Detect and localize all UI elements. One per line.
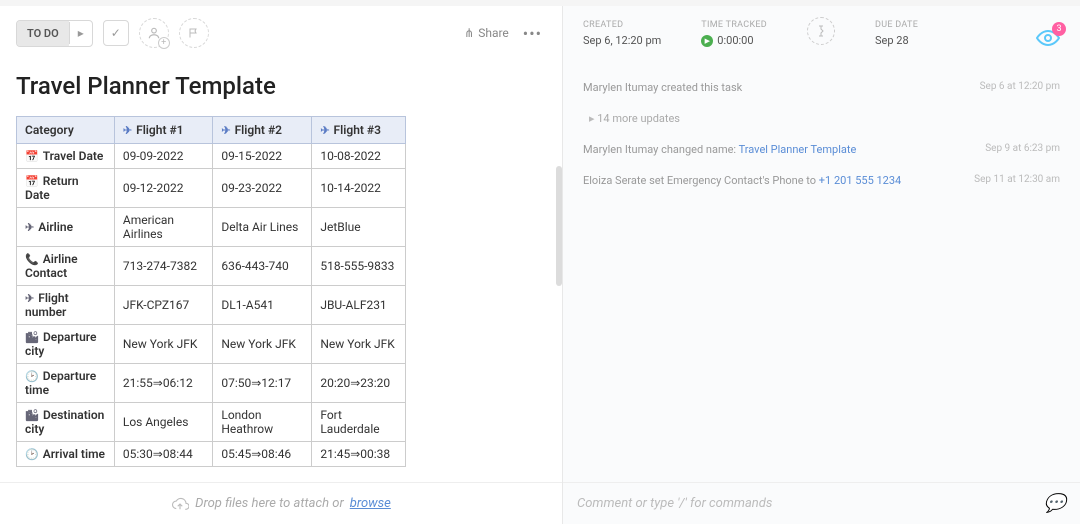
attachment-dropzone[interactable]: Drop files here to attach or browse — [0, 482, 562, 524]
more-updates-toggle[interactable]: 14 more updates — [589, 112, 1060, 125]
page-title[interactable]: Travel Planner Template — [0, 60, 562, 116]
table-row: 🕑Departure time21:55⇒06:1207:50⇒12:1720:… — [17, 364, 406, 403]
status-label: TO DO — [17, 21, 69, 46]
activity-item: Marylen Itumay created this task Sep 6 a… — [583, 81, 1060, 94]
status-next-icon[interactable]: ▸ — [69, 22, 92, 44]
table-row: ✈Flight numberJFK-CPZ167DL1-A541JBU-ALF2… — [17, 286, 406, 325]
meta-estimate-button[interactable] — [807, 17, 835, 45]
watch-count-badge: 3 — [1052, 22, 1066, 36]
comment-icon: 💬 — [1044, 493, 1066, 514]
task-toolbar: TO DO ▸ ✓ + ⋔ Share ••• — [0, 6, 562, 60]
flights-header: ✈Flight #2 — [213, 117, 312, 144]
flights-table: Category✈Flight #1✈Flight #2✈Flight #3 📅… — [16, 116, 406, 467]
task-content: Category✈Flight #1✈Flight #2✈Flight #3 📅… — [0, 116, 562, 524]
activity-item: Marylen Itumay changed name: Travel Plan… — [583, 143, 1060, 156]
meta-created: CREATED Sep 6, 12:20 pm — [583, 20, 661, 47]
browse-link[interactable]: browse — [350, 496, 391, 511]
activity-item: Eloiza Serate set Emergency Contact's Ph… — [583, 174, 1060, 187]
share-button[interactable]: ⋔ Share — [464, 26, 509, 40]
left-panel: TO DO ▸ ✓ + ⋔ Share ••• Travel Planner T… — [0, 6, 562, 524]
watch-button[interactable]: 3 — [1034, 24, 1062, 52]
activity-feed: Marylen Itumay created this task Sep 6 a… — [563, 61, 1080, 482]
flights-header: ✈Flight #1 — [114, 117, 212, 144]
table-row: 🏙Destination cityLos AngelesLondon Heath… — [17, 403, 406, 442]
flights-header: ✈Flight #3 — [312, 117, 406, 144]
comment-input[interactable]: Comment or type '/' for commands 💬 — [563, 482, 1080, 524]
cloud-upload-icon — [171, 495, 189, 513]
table-row: 🕑Arrival time05:30⇒08:4405:45⇒08:4621:45… — [17, 442, 406, 467]
table-row: 🏙Departure cityNew York JFKNew York JFKN… — [17, 325, 406, 364]
more-menu-button[interactable]: ••• — [519, 20, 546, 47]
table-row: 📅Return Date09-12-202209-23-202210-14-20… — [17, 169, 406, 208]
complete-button[interactable]: ✓ — [103, 20, 129, 46]
meta-due-date[interactable]: DUE DATE Sep 28 — [875, 20, 918, 47]
flights-header: Category — [17, 117, 115, 144]
table-row: ✈AirlineAmerican AirlinesDelta Air Lines… — [17, 208, 406, 247]
add-assignee-icon: + — [158, 37, 170, 49]
task-meta-header: CREATED Sep 6, 12:20 pm TIME TRACKED ▶0:… — [563, 6, 1080, 61]
table-row: 📞Airline Contact713-274-7382636-443-7405… — [17, 247, 406, 286]
priority-button[interactable] — [179, 18, 209, 48]
assignee-button[interactable]: + — [139, 18, 169, 48]
share-icon: ⋔ — [464, 26, 474, 40]
status-button[interactable]: TO DO ▸ — [16, 20, 93, 47]
play-icon[interactable]: ▶ — [701, 35, 713, 47]
right-panel: CREATED Sep 6, 12:20 pm TIME TRACKED ▶0:… — [562, 6, 1080, 524]
table-row: 📅Travel Date09-09-202209-15-202210-08-20… — [17, 144, 406, 169]
meta-time-tracked[interactable]: TIME TRACKED ▶0:00:00 — [701, 20, 767, 47]
